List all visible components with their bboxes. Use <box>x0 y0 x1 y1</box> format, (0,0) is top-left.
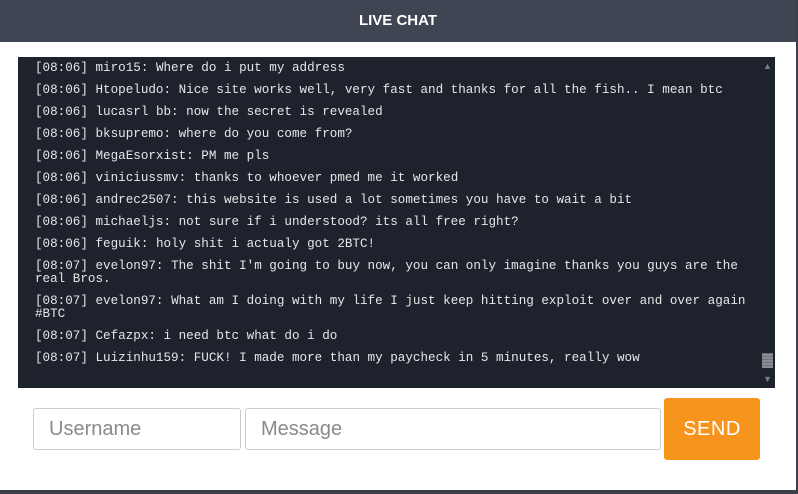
chat-scrollbar[interactable]: ▲ ▼ <box>760 57 775 388</box>
message-user: Cefazpx: <box>95 328 156 343</box>
chat-title: LIVE CHAT <box>358 12 438 29</box>
message-text: holy shit i actualy got 2BTC! <box>155 236 376 251</box>
chat-message: [08:07] evelon97: What am I doing with m… <box>18 290 760 325</box>
message-text: FUCK! I made more than my paycheck in 5 … <box>193 350 640 365</box>
chevron-up-icon[interactable]: ▲ <box>760 59 775 73</box>
message-text: Nice site works well, very fast and than… <box>178 82 723 97</box>
scroll-thumb[interactable] <box>762 353 773 368</box>
message-user: lucasrl <box>95 104 149 119</box>
message-time: [08:06] <box>35 104 88 119</box>
message-text: not sure if i understood? its all free r… <box>178 214 519 229</box>
message-time: [08:06] <box>35 60 88 75</box>
message-time: [08:06] <box>35 170 88 185</box>
chat-message: [08:06] miro15: Where do i put my addres… <box>18 57 760 79</box>
chat-log[interactable]: [08:06] miro15: Where do i put my addres… <box>18 57 775 388</box>
message-user: miro15: <box>95 60 149 75</box>
chat-message: [08:06] lucasrl bb: now the secret is re… <box>18 101 760 123</box>
chat-message: [08:06] bksupremo: where do you come fro… <box>18 123 760 145</box>
message-list: [08:06] miro15: Where do i put my addres… <box>18 57 760 388</box>
message-input[interactable] <box>245 408 661 450</box>
message-user: evelon97: <box>95 258 164 273</box>
message-time: [08:07] <box>35 293 88 308</box>
live-chat-widget: LIVE CHAT [08:06] miro15: Where do i put… <box>0 0 798 494</box>
message-time: [08:06] <box>35 236 88 251</box>
chat-message: [08:07] Luizinhu159: FUCK! I made more t… <box>18 347 760 369</box>
message-user: Luizinhu159: <box>95 350 187 365</box>
message-user: Htopeludo: <box>95 82 172 97</box>
message-user: bksupremo: <box>95 126 172 141</box>
message-time: [08:06] <box>35 126 88 141</box>
message-user: MegaEsorxist: <box>95 148 194 163</box>
chat-message: [08:07] evelon97: The shit I'm going to … <box>18 255 760 290</box>
message-text: PM me pls <box>201 148 270 163</box>
message-time: [08:06] <box>35 82 88 97</box>
chat-message: [08:06] MegaEsorxist: PM me pls <box>18 145 760 167</box>
chat-header: LIVE CHAT <box>0 0 796 42</box>
message-time: [08:06] <box>35 214 88 229</box>
chat-message: [08:06] feguik: holy shit i actualy got … <box>18 233 760 255</box>
message-text: bb: now the secret is revealed <box>155 104 383 119</box>
message-text: this website is used a lot sometimes you… <box>186 192 633 207</box>
message-user: michaeljs: <box>95 214 172 229</box>
send-button[interactable]: SEND <box>664 398 760 460</box>
message-user: viniciussmv: <box>95 170 187 185</box>
chevron-down-icon[interactable]: ▼ <box>760 372 775 386</box>
message-time: [08:07] <box>35 328 88 343</box>
message-text: Where do i put my address <box>155 60 345 75</box>
chat-message: [08:06] viniciussmv: thanks to whoever p… <box>18 167 760 189</box>
message-time: [08:06] <box>35 192 88 207</box>
chat-message: [08:06] michaeljs: not sure if i underst… <box>18 211 760 233</box>
username-input[interactable] <box>33 408 241 450</box>
chat-message: [08:06] Htopeludo: Nice site works well,… <box>18 79 760 101</box>
chat-message: [08:07] Cefazpx: i need btc what do i do <box>18 325 760 347</box>
message-text: where do you come from? <box>178 126 353 141</box>
message-time: [08:07] <box>35 350 88 365</box>
message-text: i need btc what do i do <box>163 328 338 343</box>
message-time: [08:07] <box>35 258 88 273</box>
message-user: feguik: <box>95 236 149 251</box>
message-user: evelon97: <box>95 293 164 308</box>
message-time: [08:06] <box>35 148 88 163</box>
message-text: thanks to whoever pmed me it worked <box>193 170 459 185</box>
message-user: andrec2507: <box>95 192 179 207</box>
chat-message: [08:06] andrec2507: this website is used… <box>18 189 760 211</box>
